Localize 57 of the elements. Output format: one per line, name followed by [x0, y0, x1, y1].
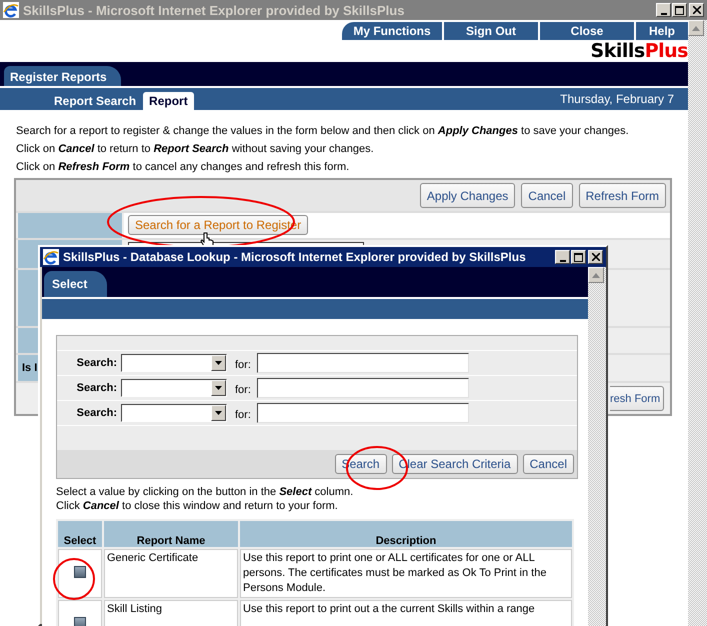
for-label: for:: [235, 383, 251, 396]
section-tab[interactable]: Select: [44, 271, 108, 297]
search-label: Search:: [76, 357, 118, 369]
instruction-text: Click on Refresh Form to cancel any changes and refresh this form.: [16, 160, 350, 175]
report-name-cell: Generic Certificate: [104, 549, 238, 598]
action-button[interactable]: Cancel: [522, 454, 574, 474]
highlight-ellipse: [52, 557, 96, 601]
field-label: Is I: [22, 362, 38, 374]
input-field[interactable]: [256, 403, 469, 423]
select-button[interactable]: [74, 566, 86, 578]
close-icon[interactable]: [689, 3, 704, 17]
maximize-icon[interactable]: [571, 250, 586, 264]
maximize-icon[interactable]: [672, 3, 687, 17]
sub-tab[interactable]: Report: [143, 92, 194, 110]
search-label: Search:: [76, 407, 118, 419]
minimize-icon[interactable]: [555, 250, 570, 264]
instruction-text: Select a value by clicking on the button in the Select column.: [56, 485, 354, 499]
instruction-text: Search for a report to register & change the values in the form below and then click on Apply Changes to save your changes.: [16, 124, 630, 139]
action-button[interactable]: Apply Changes: [420, 183, 516, 208]
action-button[interactable]: Cancel: [521, 183, 573, 208]
instruction-text: Click Cancel to close this window and return to your form.: [56, 499, 339, 513]
minimize-icon[interactable]: [656, 3, 671, 17]
select-button[interactable]: [74, 617, 86, 626]
dropdown[interactable]: [121, 404, 227, 422]
browser-logo-icon: [3, 2, 19, 18]
nav-link[interactable]: My Functions: [342, 22, 442, 40]
column-header: Description: [240, 521, 572, 547]
description-cell: Use this report to print out a the current Skills within a range: [240, 600, 572, 626]
nav-link[interactable]: Close: [538, 22, 634, 40]
logo: SkillsPlus: [590, 40, 688, 62]
column-header: Select: [58, 521, 102, 547]
nav-link[interactable]: Sign Out: [442, 22, 538, 40]
close-icon[interactable]: [588, 250, 603, 264]
input-field[interactable]: [256, 353, 469, 373]
section-tab[interactable]: Register Reports: [4, 66, 121, 86]
browser-logo-icon: [43, 249, 59, 265]
instruction-text: Click on Cancel to return to Report Search without saving your changes.: [16, 142, 375, 157]
description-cell: Use this report to print one or ALL certificates for one or ALL persons. The certificates must be marked as Ok To Print in the Persons Module.: [240, 549, 572, 598]
scroll-up-button[interactable]: [588, 267, 604, 283]
nav-link[interactable]: Help: [634, 22, 688, 40]
scroll-up-button[interactable]: [688, 20, 704, 36]
action-button[interactable]: Refresh Form: [578, 183, 666, 208]
input-field[interactable]: [256, 378, 469, 398]
dropdown[interactable]: [121, 379, 227, 397]
scrollbar[interactable]: [688, 20, 707, 626]
sub-tab[interactable]: Report Search: [48, 92, 142, 110]
window-title: SkillsPlus - Microsoft Internet Explorer provided by SkillsPlus: [23, 2, 406, 18]
search-label: Search:: [76, 382, 118, 394]
dropdown[interactable]: [121, 354, 227, 372]
refresh-button[interactable]: resh Form: [610, 386, 664, 411]
window-title: SkillsPlus - Database Lookup - Microsoft Internet Explorer provided by SkillsPlus: [63, 250, 527, 264]
scrollbar[interactable]: [588, 267, 606, 626]
report-name-cell: Skill Listing: [104, 600, 238, 626]
date-text: Thursday, February 7: [560, 91, 675, 106]
for-label: for:: [235, 358, 251, 371]
for-label: for:: [235, 408, 251, 421]
column-header: Report Name: [104, 521, 238, 547]
